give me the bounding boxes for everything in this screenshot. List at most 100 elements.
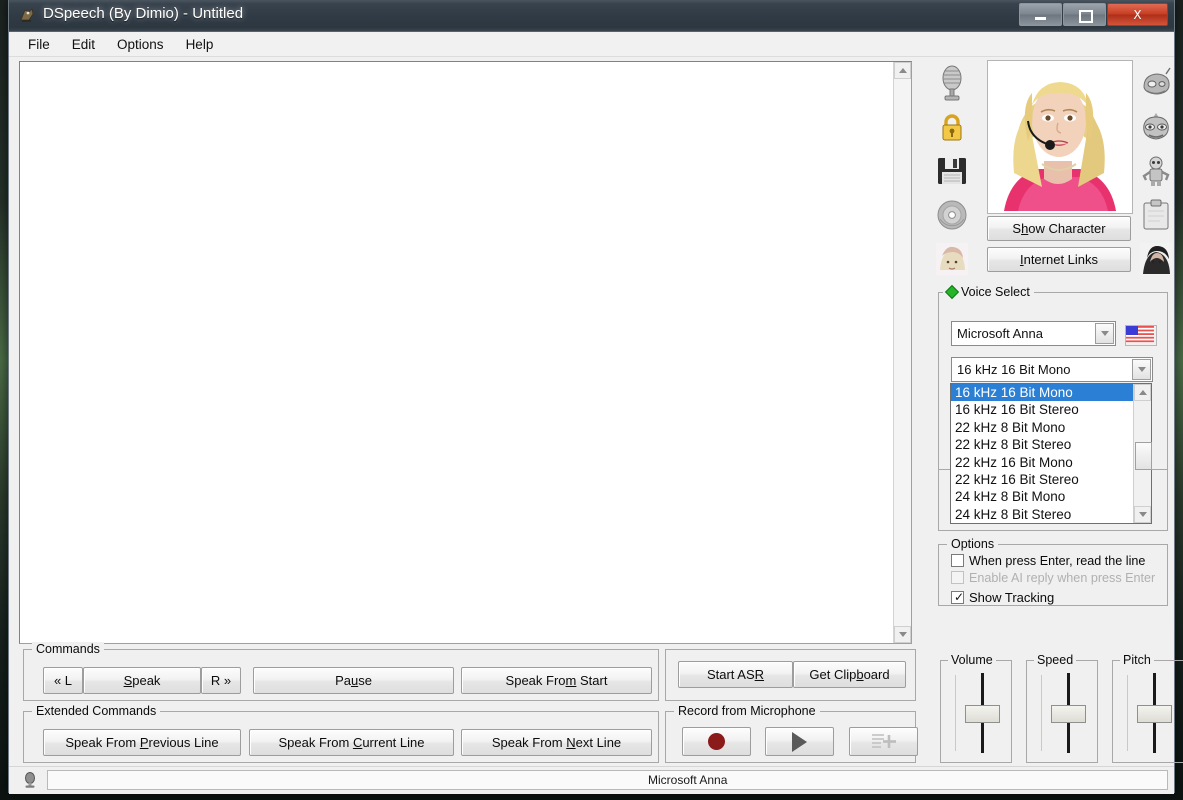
cd-disc-icon[interactable] xyxy=(930,193,974,237)
scroll-down-arrow-icon[interactable] xyxy=(894,626,911,643)
play-triangle-icon xyxy=(792,731,807,752)
alien-mask-icon[interactable] xyxy=(1134,105,1178,149)
speak-from-start-button[interactable]: Speak From Start xyxy=(461,667,652,694)
green-diamond-icon xyxy=(944,284,960,300)
right-panel: Show Character Internet Links F Voice Se… xyxy=(922,57,1183,794)
commands-group: Commands « L Speak R » Pause Speak From … xyxy=(23,642,659,701)
maximize-button[interactable] xyxy=(1063,3,1106,26)
dspeech-main-window: DSpeech (By Dimio) - Untitled X File Edi… xyxy=(8,0,1183,794)
speak-button[interactable]: Speak xyxy=(83,667,201,694)
speed-slider-label: Speed xyxy=(1034,653,1077,667)
status-field: Microsoft Anna xyxy=(47,769,1168,790)
format-option-4[interactable]: 22 kHz 16 Bit Mono xyxy=(951,454,1133,471)
volume-slider-group: Volume xyxy=(940,653,1012,763)
speak-from-current-line-button[interactable]: Speak From Current Line xyxy=(249,729,454,756)
scroll-up-arrow-icon[interactable] xyxy=(894,62,911,79)
character-blond-icon[interactable] xyxy=(930,237,974,281)
asr-panel: Start ASR Get Clipboard xyxy=(665,649,916,701)
robot-head-icon[interactable] xyxy=(1134,61,1178,105)
text-editor-area xyxy=(19,61,912,644)
menu-item-help[interactable]: Help xyxy=(175,34,225,55)
add-plus-icon xyxy=(871,734,896,748)
format-combo-chevron-down-icon[interactable] xyxy=(1132,359,1151,380)
pitch-slider-label: Pitch xyxy=(1120,653,1154,667)
pitch-slider-thumb[interactable] xyxy=(1137,705,1172,723)
dropdown-scroll-up-icon[interactable] xyxy=(1134,384,1151,401)
microphone-icon[interactable] xyxy=(930,61,974,105)
speak-from-next-line-button[interactable]: Speak From Next Line xyxy=(461,729,652,756)
format-option-1[interactable]: 16 kHz 16 Bit Stereo xyxy=(951,401,1133,418)
close-button[interactable]: X xyxy=(1107,3,1168,26)
option-show-tracking-row[interactable]: ✓ Show Tracking xyxy=(951,591,1157,605)
clipboard-icon[interactable] xyxy=(1134,193,1178,237)
options-group: Options When press Enter, read the line … xyxy=(938,537,1168,606)
text-editor-input[interactable] xyxy=(20,62,893,643)
speak-from-previous-line-button[interactable]: Speak From Previous Line xyxy=(43,729,241,756)
format-option-5[interactable]: 22 kHz 16 Bit Stereo xyxy=(951,471,1133,488)
speak-next-button[interactable]: R » xyxy=(201,667,241,694)
dropdown-scrollbar[interactable] xyxy=(1133,384,1152,523)
record-circle-icon xyxy=(708,733,725,750)
us-flag-icon xyxy=(1125,325,1157,346)
menu-item-edit[interactable]: Edit xyxy=(61,34,106,55)
padlock-icon[interactable] xyxy=(930,105,974,149)
voice-combo-chevron-down-icon[interactable] xyxy=(1095,323,1114,344)
title-bar: DSpeech (By Dimio) - Untitled X xyxy=(9,0,1174,32)
dropdown-scroll-down-icon[interactable] xyxy=(1134,506,1151,523)
option-ai-reply-row: Enable AI reply when press Enter xyxy=(951,571,1157,585)
format-option-6[interactable]: 24 kHz 8 Bit Mono xyxy=(951,488,1133,505)
format-dropdown-items: 16 kHz 16 Bit Mono 16 kHz 16 Bit Stereo … xyxy=(951,384,1133,523)
pitch-slider-group: Pitch xyxy=(1112,653,1183,763)
menu-item-options[interactable]: Options xyxy=(106,34,175,55)
format-dropdown-list[interactable]: 16 kHz 16 Bit Mono 16 kHz 16 Bit Stereo … xyxy=(950,383,1152,524)
get-clipboard-button[interactable]: Get Clipboard xyxy=(793,661,906,688)
option-read-line-row[interactable]: When press Enter, read the line xyxy=(951,554,1157,568)
internet-links-button[interactable]: Internet Links xyxy=(987,247,1131,272)
character-dark-icon[interactable] xyxy=(1134,237,1178,281)
option-read-line-label: When press Enter, read the line xyxy=(969,554,1146,568)
volume-slider-ghost xyxy=(955,675,956,751)
record-button[interactable] xyxy=(682,727,751,756)
option-read-line-checkbox[interactable] xyxy=(951,554,964,567)
menu-item-file[interactable]: File xyxy=(17,34,61,55)
option-ai-reply-checkbox xyxy=(951,571,964,584)
minimize-button[interactable] xyxy=(1019,3,1062,26)
microphone-small-icon xyxy=(17,770,43,790)
format-combo-value: 16 kHz 16 Bit Mono xyxy=(957,362,1071,377)
main-body: Commands « L Speak R » Pause Speak From … xyxy=(9,57,1183,794)
option-show-tracking-label: Show Tracking xyxy=(969,590,1055,605)
format-combo[interactable]: 16 kHz 16 Bit Mono xyxy=(951,357,1153,382)
close-icon: X xyxy=(1133,7,1142,22)
volume-slider-thumb[interactable] xyxy=(965,705,1000,723)
extended-commands-group: Extended Commands Speak From Previous Li… xyxy=(23,704,659,763)
editor-vertical-scrollbar[interactable] xyxy=(893,62,911,643)
extended-commands-group-title: Extended Commands xyxy=(32,704,161,718)
status-voice-text: Microsoft Anna xyxy=(648,772,728,787)
voice-combo[interactable]: Microsoft Anna xyxy=(951,321,1116,346)
speed-slider-thumb[interactable] xyxy=(1051,705,1086,723)
app-icon xyxy=(18,6,36,24)
format-option-7[interactable]: 24 kHz 8 Bit Stereo xyxy=(951,506,1133,523)
options-group-title: Options xyxy=(947,537,999,551)
format-option-2[interactable]: 22 kHz 8 Bit Mono xyxy=(951,419,1133,436)
floppy-disk-icon[interactable] xyxy=(930,149,974,193)
start-asr-button[interactable]: Start ASR xyxy=(678,661,793,688)
option-ai-reply-label: Enable AI reply when press Enter xyxy=(969,571,1156,585)
window-controls: X xyxy=(1019,3,1168,26)
robot-figure-icon[interactable] xyxy=(1134,149,1178,193)
format-option-3[interactable]: 22 kHz 8 Bit Stereo xyxy=(951,436,1133,453)
add-recording-button[interactable] xyxy=(849,727,918,756)
dropdown-scroll-thumb[interactable] xyxy=(1135,442,1152,470)
voice-combo-value: Microsoft Anna xyxy=(957,326,1043,341)
speak-previous-button[interactable]: « L xyxy=(43,667,83,694)
pause-button[interactable]: Pause xyxy=(253,667,454,694)
commands-group-title: Commands xyxy=(32,642,104,656)
format-option-0[interactable]: 16 kHz 16 Bit Mono xyxy=(951,384,1133,402)
status-bar: Microsoft Anna xyxy=(9,766,1174,792)
play-recording-button[interactable] xyxy=(765,727,834,756)
option-show-tracking-checkbox[interactable]: ✓ xyxy=(951,591,964,604)
volume-slider-label: Volume xyxy=(948,653,996,667)
show-character-button[interactable]: Show Character xyxy=(987,216,1131,241)
pitch-slider-ghost xyxy=(1127,675,1128,751)
character-preview[interactable] xyxy=(987,60,1133,214)
